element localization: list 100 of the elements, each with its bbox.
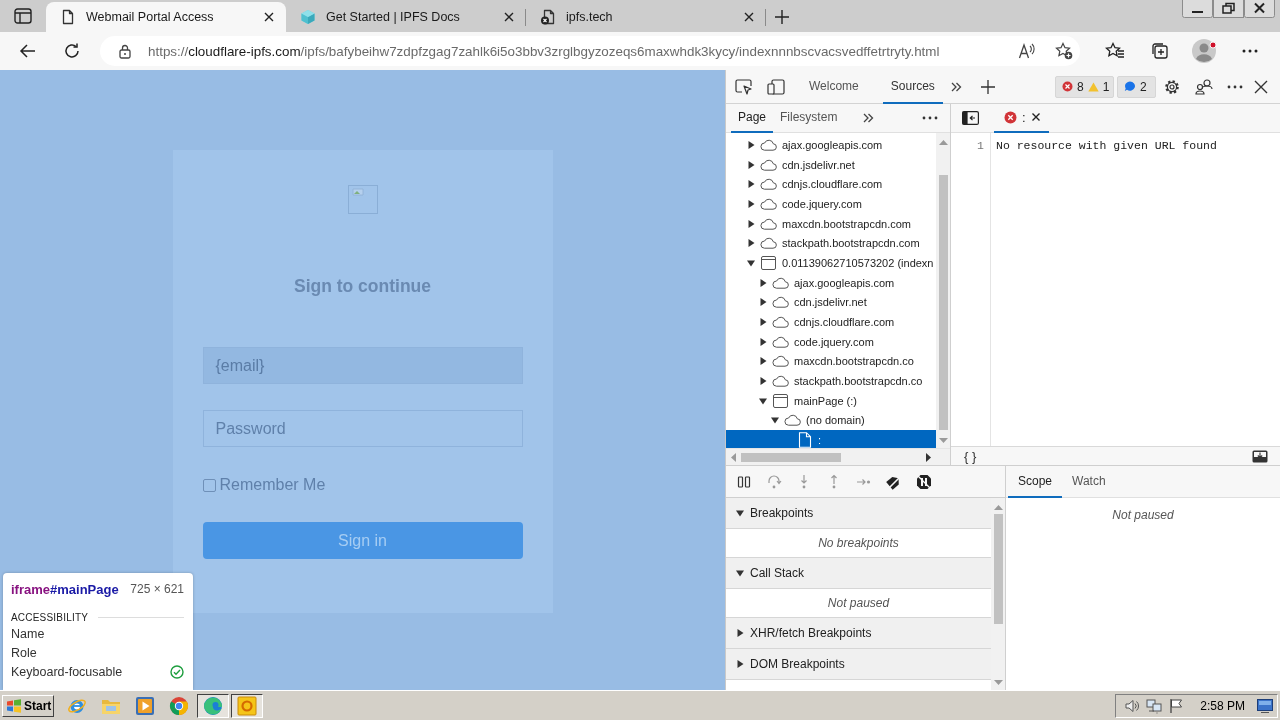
more-icon[interactable] bbox=[1227, 84, 1243, 89]
start-button[interactable]: Start bbox=[2, 694, 54, 717]
file-icon bbox=[797, 432, 812, 448]
network-icon[interactable] bbox=[1146, 697, 1163, 714]
section-header[interactable]: Breakpoints bbox=[726, 498, 991, 529]
tree-item[interactable]: (no domain) bbox=[726, 410, 936, 431]
section-header[interactable]: DOM Breakpoints bbox=[726, 649, 991, 680]
address-field[interactable]: https://cloudflare-ipfs.com/ipfs/bafybeihw7zdpfzgag7zahlk6i5o3bbv3zrglbgyzozeqs6maxwhdk3kycy/indexnnnbscvacsvedffetrtryty.html bbox=[100, 36, 1080, 66]
chevrons-icon[interactable] bbox=[949, 80, 962, 93]
disclosure-triangle-icon[interactable] bbox=[759, 337, 767, 346]
tab-actions-icon[interactable] bbox=[14, 8, 32, 24]
step-over-icon[interactable] bbox=[766, 473, 782, 490]
sidebar-tab[interactable]: Scope bbox=[1008, 465, 1063, 498]
disclosure-triangle-icon[interactable] bbox=[736, 660, 744, 668]
play-tile-icon[interactable] bbox=[135, 695, 155, 716]
tree-item[interactable]: ajax.googleapis.com bbox=[726, 135, 936, 155]
disclosure-triangle-icon[interactable] bbox=[736, 509, 744, 517]
disclosure-triangle-icon[interactable] bbox=[771, 416, 779, 425]
disclosure-triangle-icon[interactable] bbox=[747, 160, 755, 169]
taskbar-button[interactable] bbox=[197, 693, 229, 718]
sidebar-toggle-icon[interactable] bbox=[961, 111, 979, 125]
panel-tab[interactable]: Welcome bbox=[801, 69, 867, 104]
frame-icon bbox=[773, 393, 788, 408]
browser-tab[interactable]: ipfs.tech bbox=[526, 2, 766, 32]
pretty-print-button[interactable]: { } bbox=[962, 448, 979, 464]
file-tab[interactable]: : bbox=[994, 103, 1049, 133]
device-icon[interactable] bbox=[767, 78, 785, 95]
clock[interactable]: 2:58 PM bbox=[1200, 698, 1245, 713]
tree-item[interactable]: cdn.jsdelivr.net bbox=[726, 154, 936, 175]
o-tile-icon[interactable] bbox=[237, 695, 257, 716]
tree-item[interactable]: 0.01139062710573202 (indexn bbox=[726, 253, 936, 273]
lock-icon[interactable] bbox=[117, 43, 133, 59]
minimize-icon[interactable] bbox=[1182, 0, 1213, 18]
sidebar-tab[interactable]: Watch bbox=[1062, 465, 1116, 498]
more-icon[interactable] bbox=[922, 116, 938, 120]
tree-item[interactable]: maxcdn.bootstrapcdn.com bbox=[726, 213, 936, 234]
disclosure-triangle-icon[interactable] bbox=[747, 180, 755, 189]
disclosure-triangle-icon[interactable] bbox=[747, 258, 755, 267]
tree-item[interactable]: code.jquery.com bbox=[726, 194, 936, 214]
taskbar-button[interactable] bbox=[231, 693, 263, 718]
tree-item[interactable]: code.jquery.com bbox=[726, 331, 936, 352]
more-icon[interactable] bbox=[1241, 49, 1258, 53]
tree-item[interactable]: maxcdn.bootstrapcdn.co bbox=[726, 351, 936, 372]
people-icon[interactable] bbox=[1195, 78, 1213, 95]
issues-button[interactable]: 8 1 bbox=[1055, 75, 1114, 98]
code-line: No resource with given URL found bbox=[995, 138, 1217, 152]
disclosure-triangle-icon[interactable] bbox=[736, 629, 744, 637]
avatar-icon[interactable] bbox=[1191, 38, 1218, 64]
horizontal-scrollbar[interactable] bbox=[726, 448, 950, 465]
pause-exceptions-icon[interactable] bbox=[916, 473, 932, 490]
section-header[interactable]: XHR/fetch Breakpoints bbox=[726, 618, 991, 649]
star-list-icon[interactable] bbox=[1104, 42, 1125, 60]
close-window-icon[interactable] bbox=[1244, 0, 1275, 18]
flag-icon[interactable] bbox=[1168, 697, 1185, 714]
tree-item[interactable]: ajax.googleapis.com bbox=[726, 272, 936, 293]
disclosure-triangle-icon[interactable] bbox=[759, 377, 767, 386]
read-aloud-icon[interactable] bbox=[1018, 43, 1036, 59]
disclosure-triangle-icon[interactable] bbox=[736, 569, 744, 577]
browser-tab[interactable]: Get Started | IPFS Docs bbox=[286, 2, 526, 32]
close-icon[interactable] bbox=[1254, 79, 1268, 94]
scroll-right-icon[interactable] bbox=[926, 452, 932, 462]
tree-item[interactable]: cdnjs.cloudflare.com bbox=[726, 312, 936, 332]
collections-icon[interactable] bbox=[1150, 42, 1169, 60]
desktop-icon[interactable] bbox=[1257, 698, 1273, 713]
checkbox[interactable] bbox=[202, 478, 216, 492]
disclosure-triangle-icon[interactable] bbox=[759, 298, 767, 307]
disclosure-triangle-icon[interactable] bbox=[747, 219, 755, 228]
inspect-icon[interactable] bbox=[735, 78, 753, 95]
add-tab-icon[interactable] bbox=[980, 79, 995, 94]
tree-item[interactable]: cdn.jsdelivr.net bbox=[726, 292, 936, 313]
round-logo-icon[interactable] bbox=[169, 695, 189, 716]
tree-item[interactable]: mainPage (:) bbox=[726, 390, 936, 411]
disclosure-triangle-icon[interactable] bbox=[759, 318, 767, 327]
settings-icon[interactable] bbox=[1163, 77, 1181, 96]
browser-tab[interactable]: Webmail Portal Access bbox=[46, 2, 286, 32]
speaker-icon[interactable] bbox=[1124, 697, 1141, 714]
disclosure-triangle-icon[interactable] bbox=[747, 239, 755, 248]
tree-item[interactable]: stackpath.bootstrapcdn.com bbox=[726, 233, 936, 254]
new-tab-icon[interactable] bbox=[774, 9, 790, 25]
restore-icon[interactable] bbox=[1213, 0, 1244, 18]
error-icon bbox=[1062, 81, 1073, 92]
pause-icon[interactable] bbox=[736, 473, 752, 490]
refresh-icon[interactable] bbox=[63, 42, 81, 60]
tree-item[interactable]: cdnjs.cloudflare.com bbox=[726, 174, 936, 195]
disclosure-triangle-icon[interactable] bbox=[759, 278, 767, 287]
chevrons-icon[interactable] bbox=[862, 112, 875, 124]
disclosure-triangle-icon[interactable] bbox=[747, 140, 755, 149]
messages-button[interactable]: 2 bbox=[1117, 75, 1156, 98]
tree-item[interactable]: : bbox=[726, 430, 936, 448]
drawer-icon[interactable] bbox=[1252, 449, 1268, 463]
star-plus-icon[interactable] bbox=[1055, 42, 1073, 60]
disclosure-triangle-icon[interactable] bbox=[759, 357, 767, 366]
disclosure-triangle-icon[interactable] bbox=[747, 199, 755, 208]
navigator-tab[interactable]: Filesystem bbox=[773, 103, 845, 133]
navigator-tab[interactable]: Page bbox=[731, 103, 774, 133]
close-icon[interactable] bbox=[1030, 112, 1041, 122]
disclosure-triangle-icon[interactable] bbox=[759, 396, 767, 405]
section-header[interactable]: Call Stack bbox=[726, 558, 991, 589]
back-arrow-icon[interactable] bbox=[19, 43, 37, 59]
tree-item[interactable]: stackpath.bootstrapcdn.co bbox=[726, 371, 936, 391]
